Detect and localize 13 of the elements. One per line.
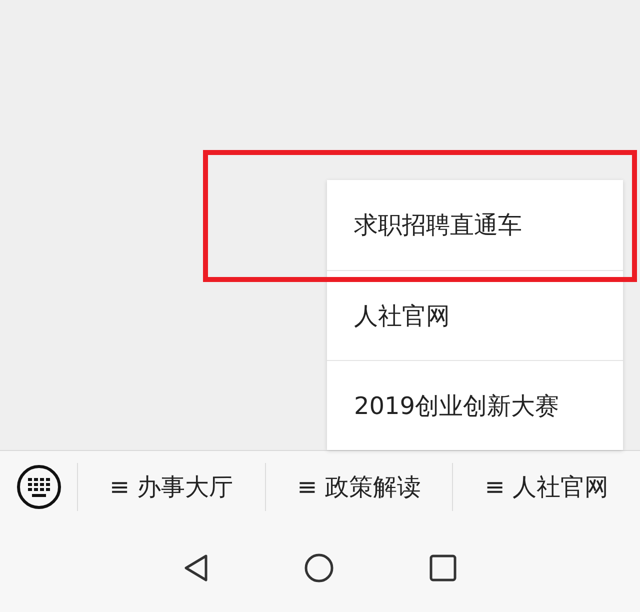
menu-tab[interactable]: ≡ 人社官网 — [453, 451, 640, 523]
menu-item[interactable]: 求职招聘直通车 — [327, 180, 623, 270]
recents-icon — [429, 554, 457, 582]
menu-tab[interactable]: ≡ 政策解读 — [266, 451, 452, 523]
keyboard-icon — [16, 464, 62, 510]
recents-button[interactable] — [429, 554, 457, 582]
menu-item[interactable]: 人社官网 — [327, 270, 623, 360]
back-button[interactable] — [183, 554, 209, 582]
back-icon — [183, 554, 209, 582]
menu-item[interactable]: 2019创业创新大赛 — [327, 360, 623, 450]
home-button[interactable] — [304, 552, 334, 582]
menu-tab[interactable]: ≡ 办事大厅 — [78, 451, 265, 523]
home-icon — [304, 552, 334, 582]
